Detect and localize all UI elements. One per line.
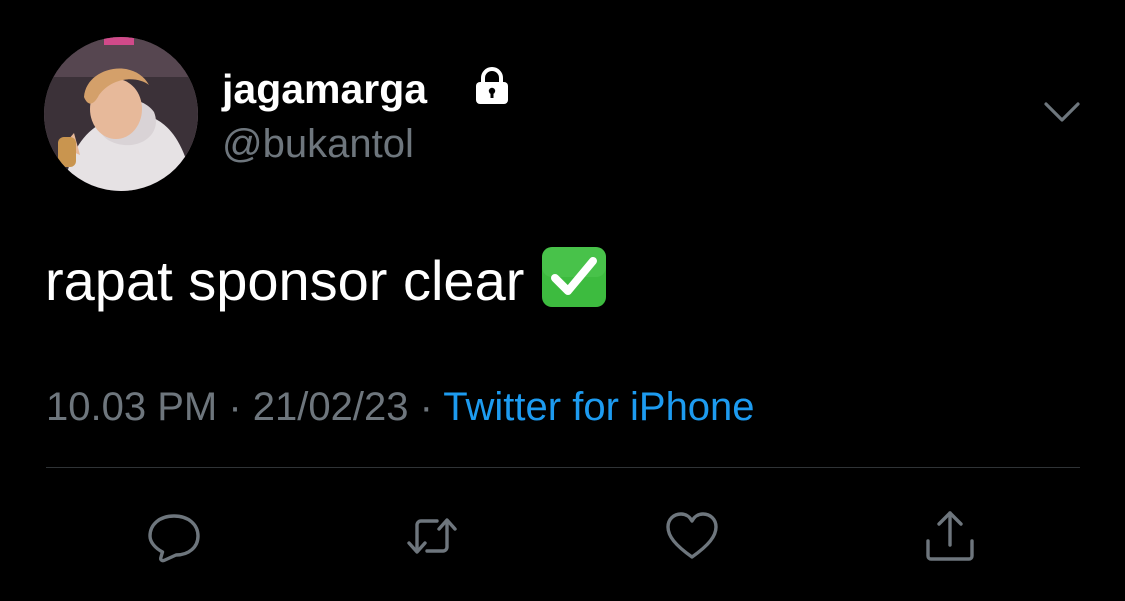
avatar[interactable] [44,37,198,191]
heart-icon [666,512,718,559]
retweet-button[interactable] [402,506,462,566]
share-icon [926,511,974,561]
tweet-source-link[interactable]: Twitter for iPhone [443,385,754,429]
meta-separator: · [217,385,253,429]
display-name[interactable]: jagamarga [222,66,427,112]
tweet-date: 21/02/23 [252,385,409,429]
chevron-down-icon[interactable] [1042,98,1082,126]
retweet-icon [407,518,457,554]
tweet-text-body: rapat sponsor clear [45,249,525,312]
lock-icon [476,67,508,104]
tweet-detail: jagamarga @bukantol rapat sponsor clear … [0,0,1125,601]
like-button[interactable] [662,506,722,566]
share-button[interactable] [920,506,980,566]
tweet-time: 10.03 PM [46,385,218,429]
tweet-meta: 10.03 PM · 21/02/23 · Twitter for iPhone [46,384,755,430]
avatar-image [44,37,198,191]
check-mark-button-emoji [542,247,607,307]
divider [46,467,1080,468]
reply-button[interactable] [144,506,204,566]
reply-icon [148,514,200,563]
tweet-text: rapat sponsor clear [45,246,608,313]
meta-separator: · [408,385,444,429]
user-handle[interactable]: @bukantol [222,121,414,167]
